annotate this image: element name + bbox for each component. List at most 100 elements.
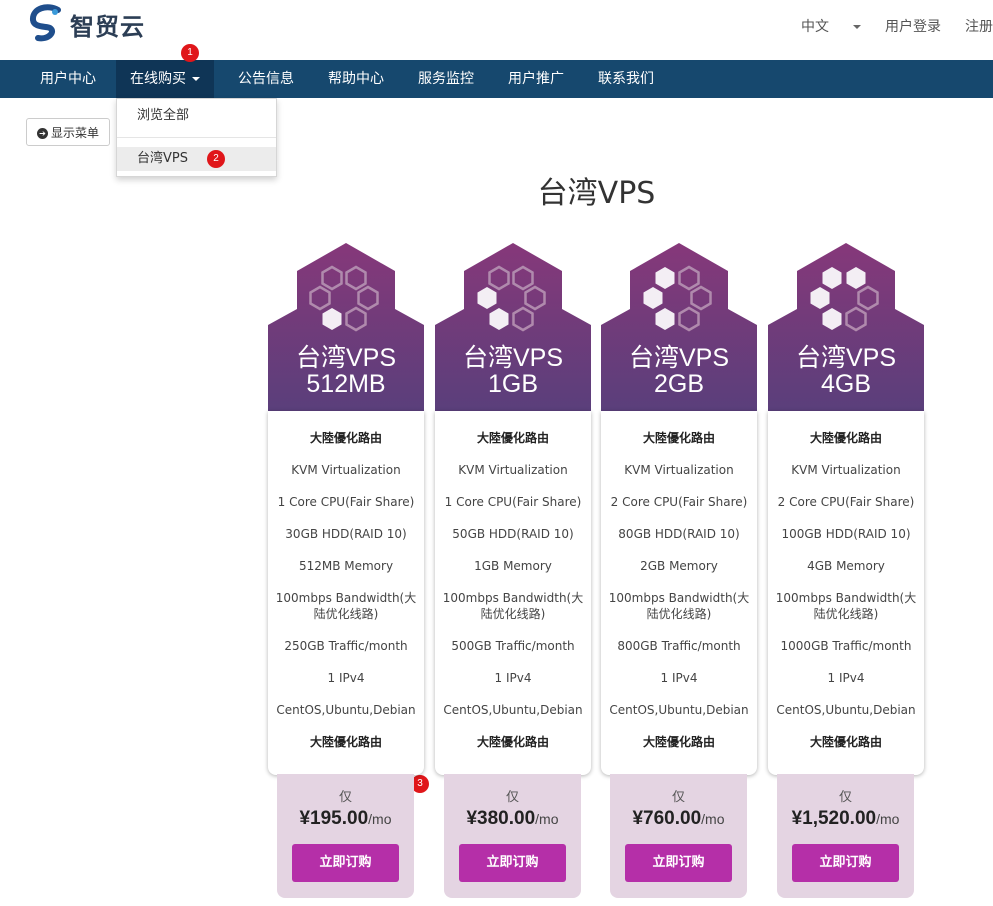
product-card: 台湾VPS 2GB 大陸優化路由 KVM Virtualization 2 Co… [601,243,757,775]
price-prefix: 仅 [838,790,852,805]
order-now-button[interactable]: 立即订购 [459,844,566,882]
feature-item: 1 IPv4 [327,671,365,685]
feature-item: 大陸優化路由 [809,735,882,749]
feature-item: 1 Core CPU(Fair Share) [444,495,582,509]
feature-item: 500GB Traffic/month [451,639,575,653]
feature-item: 100GB HDD(RAID 10) [781,527,911,541]
card-header: 台湾VPS 4GB [768,243,924,411]
card-header: 台湾VPS 1GB [435,243,591,411]
price-period: /mo [368,811,392,827]
product-card: 台湾VPS 4GB 大陸優化路由 KVM Virtualization 2 Co… [768,243,924,775]
feature-item: 50GB HDD(RAID 10) [452,527,574,541]
logo-text: 智贸云 [70,12,145,41]
order-now-button[interactable]: 立即订购 [625,844,732,882]
logo[interactable]: 智贸云 [28,4,145,44]
nav-item-contact-us[interactable]: 联系我们 [584,60,668,98]
card-title-line1: 台湾VPS [795,344,897,372]
price: ¥760.00/mo [610,808,747,830]
price-panel: 仅 ¥195.00/mo 立即订购 [277,774,414,898]
annotation-badge-1: 1 [181,44,199,62]
main-navbar: 用户中心 在线购买 公告信息 帮助中心 服务监控 用户推广 联系我们 [0,60,993,98]
page-title: 台湾VPS [537,176,656,211]
feature-item: 100mbps Bandwidth(大陆优化线路) [275,591,417,621]
price: ¥1,520.00/mo [777,808,914,830]
feature-item: 1GB Memory [474,559,552,573]
annotation-badge-2: 2 [207,150,225,168]
feature-item: 800GB Traffic/month [617,639,741,653]
price: ¥195.00/mo [277,808,414,830]
card-title-line2: 4GB [820,370,872,398]
price-period: /mo [701,811,725,827]
feature-item: 大陸優化路由 [309,735,382,749]
card-features: 大陸優化路由 KVM Virtualization 1 Core CPU(Fai… [268,411,424,775]
card-title-line1: 台湾VPS [628,344,730,372]
feature-item: 100mbps Bandwidth(大陆优化线路) [775,591,917,621]
card-features: 大陸優化路由 KVM Virtualization 1 Core CPU(Fai… [435,411,591,775]
nav-item-help-center[interactable]: 帮助中心 [314,60,398,98]
card-header: 台湾VPS 2GB [601,243,757,411]
register-link[interactable]: 注册 [965,16,993,36]
card-title-line2: 1GB [487,370,539,398]
card-title: 台湾VPS 1GB [435,345,591,397]
product-card: 台湾VPS 1GB 大陸優化路由 KVM Virtualization 1 Co… [435,243,591,775]
card-title: 台湾VPS 4GB [768,345,924,397]
feature-item: 1 IPv4 [660,671,698,685]
card-title: 台湾VPS 2GB [601,345,757,397]
card-title-line1: 台湾VPS [462,344,564,372]
feature-item: 1000GB Traffic/month [780,639,912,653]
logo-icon [30,4,61,42]
nav-item-affiliate[interactable]: 用户推广 [494,60,578,98]
feature-item: 2GB Memory [640,559,718,573]
feature-item: 2 Core CPU(Fair Share) [610,495,748,509]
feature-item: 1 Core CPU(Fair Share) [277,495,415,509]
feature-item: CentOS,Ubuntu,Debian [443,703,583,717]
nav-item-buy-online[interactable]: 在线购买 [116,60,214,98]
feature-item: 4GB Memory [807,559,885,573]
show-menu-label: 显示菜单 [50,126,99,140]
feature-item: 大陸優化路由 [476,735,549,749]
feature-item: KVM Virtualization [291,463,401,477]
price-amount: ¥760.00 [632,808,702,829]
feature-item: 1 IPv4 [494,671,532,685]
order-now-button[interactable]: 立即订购 [292,844,399,882]
price-prefix: 仅 [671,790,685,805]
card-title: 台湾VPS 512MB [268,345,424,397]
feature-item: 80GB HDD(RAID 10) [618,527,740,541]
buy-online-dropdown: 浏览全部 台湾VPS [116,98,277,177]
order-now-button[interactable]: 立即订购 [792,844,899,882]
price-amount: ¥195.00 [299,808,369,829]
card-title-line2: 512MB [306,370,386,398]
price-panel: 仅 ¥760.00/mo 立即订购 [610,774,747,898]
feature-item: 1 IPv4 [827,671,865,685]
price-period: /mo [876,811,900,827]
show-menu-button[interactable]: ➔ 显示菜单 [26,118,110,146]
nav-item-service-monitor[interactable]: 服务监控 [404,60,488,98]
nav-item-announcements[interactable]: 公告信息 [224,60,308,98]
feature-item: KVM Virtualization [791,463,901,477]
dropdown-divider [117,137,276,138]
price-amount: ¥380.00 [466,808,536,829]
feature-item: 512MB Memory [298,559,394,573]
product-card: 台湾VPS 512MB 大陸優化路由 KVM Virtualization 1 … [268,243,424,775]
card-header: 台湾VPS 512MB [268,243,424,411]
feature-item: 2 Core CPU(Fair Share) [777,495,915,509]
feature-item: 100mbps Bandwidth(大陆优化线路) [608,591,750,621]
card-title-line2: 2GB [653,370,705,398]
chevron-down-icon [192,77,200,81]
feature-item: 100mbps Bandwidth(大陆优化线路) [442,591,584,621]
card-features: 大陸優化路由 KVM Virtualization 2 Core CPU(Fai… [601,411,757,775]
nav-item-user-center[interactable]: 用户中心 [26,60,110,98]
nav-item-label: 在线购买 [130,71,186,87]
feature-item: 大陸優化路由 [476,431,549,445]
price-prefix: 仅 [505,790,519,805]
language-selector[interactable]: 中文 [777,16,861,36]
feature-item: KVM Virtualization [458,463,568,477]
dropdown-item-browse-all[interactable]: 浏览全部 [117,104,276,128]
feature-item: CentOS,Ubuntu,Debian [609,703,749,717]
feature-item: KVM Virtualization [624,463,734,477]
feature-item: 250GB Traffic/month [284,639,408,653]
login-link[interactable]: 用户登录 [885,16,941,36]
price-amount: ¥1,520.00 [791,808,877,829]
card-features: 大陸優化路由 KVM Virtualization 2 Core CPU(Fai… [768,411,924,775]
card-title-line1: 台湾VPS [295,344,397,372]
